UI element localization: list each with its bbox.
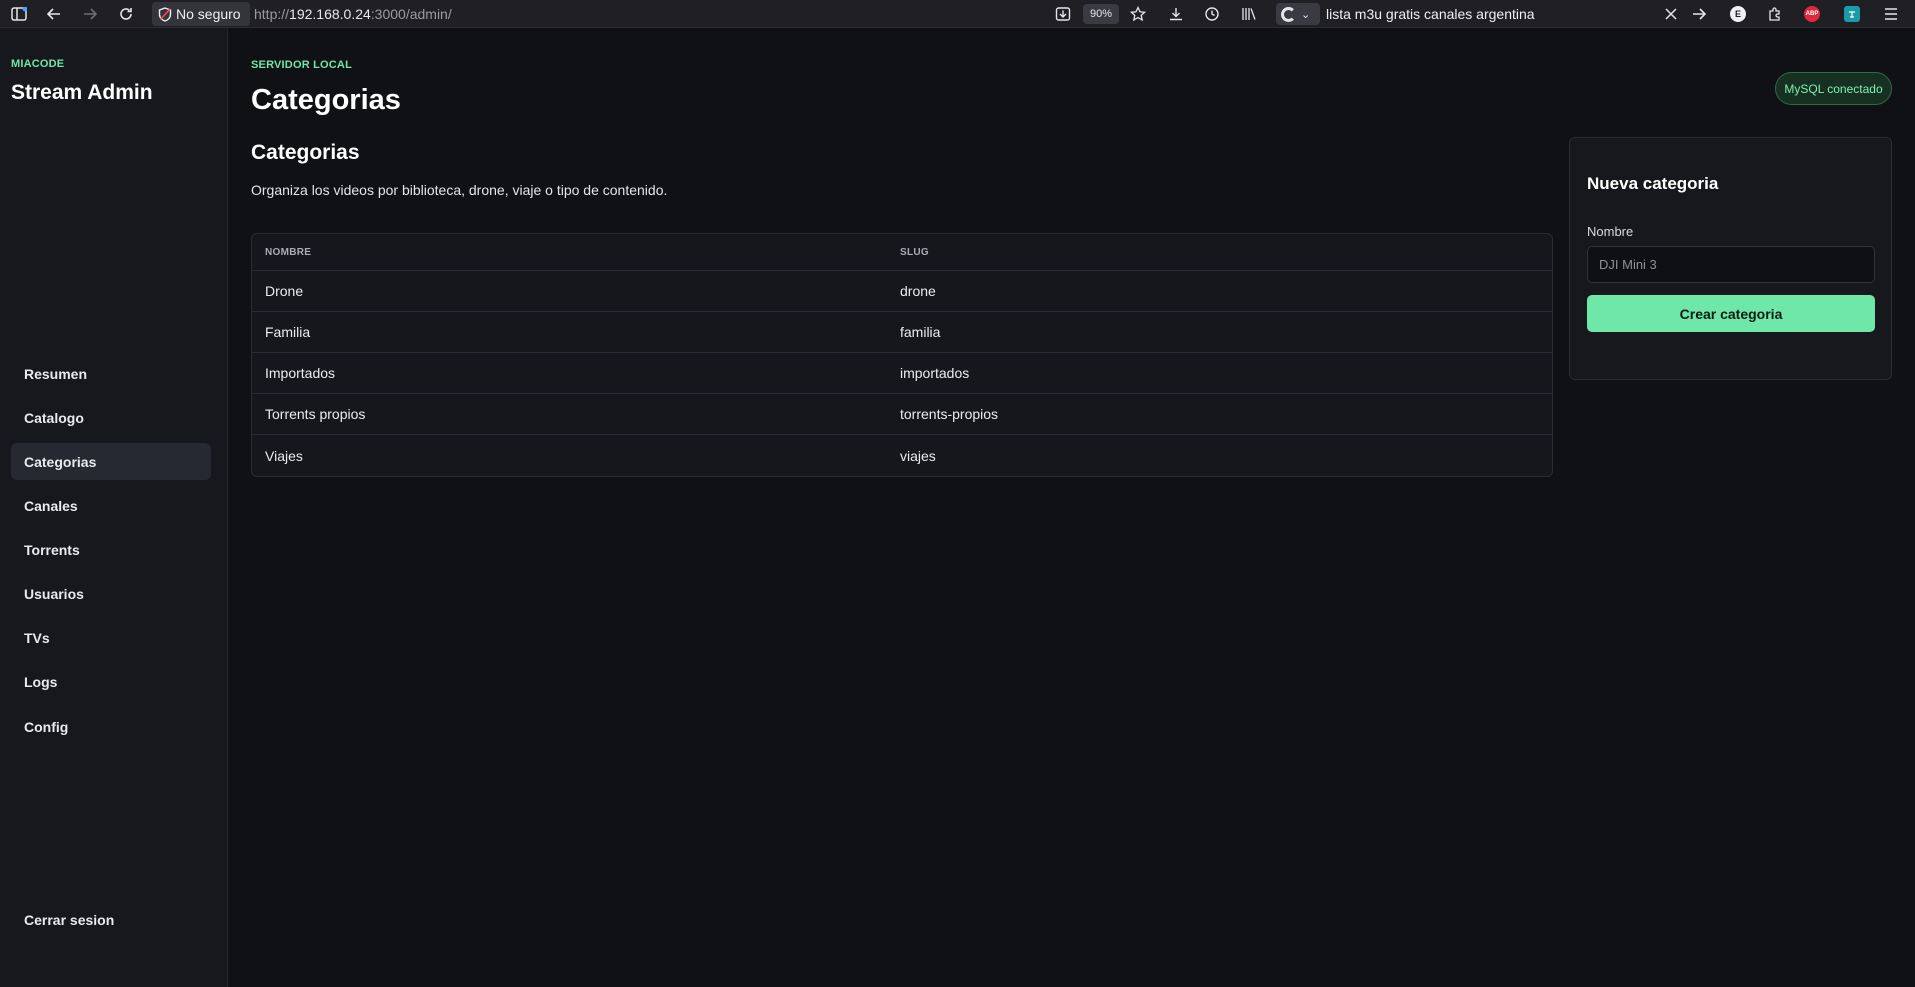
panel-title: Nueva categoria [1587, 174, 1719, 193]
cell-slug: importados [900, 365, 970, 381]
nombre-label: Nombre [1587, 224, 1634, 239]
history-icon[interactable] [1202, 4, 1222, 24]
url-text[interactable]: http://192.168.0.24:3000/admin/ [254, 6, 452, 22]
section-description: Organiza los videos por biblioteca, dron… [251, 182, 668, 198]
table-header: NOMBRE SLUG [252, 234, 1552, 271]
page-save-icon[interactable] [1053, 4, 1073, 24]
cell-nombre: Drone [265, 283, 304, 299]
cell-nombre: Viajes [265, 447, 303, 464]
column-header-nombre: NOMBRE [265, 246, 312, 258]
cell-nombre: Torrents propios [265, 406, 366, 422]
status-badge: MySQL conectado [1775, 72, 1892, 105]
zoom-level[interactable]: 90% [1083, 4, 1119, 24]
page-eyebrow: SERVIDOR LOCAL [251, 59, 352, 71]
table-row[interactable]: Familia familia [252, 312, 1552, 353]
sidebar-item-resumen[interactable]: Resumen [11, 355, 211, 392]
sidebar: MIACODE Stream Admin Resumen Catalogo Ca… [0, 28, 228, 987]
section-title: Categorias [251, 141, 360, 164]
url-path: :3000/admin/ [370, 6, 452, 22]
bookmark-star-icon[interactable] [1128, 4, 1148, 24]
sidebar-item-tvs[interactable]: TVs [11, 619, 211, 656]
sidebar-item-torrents[interactable]: Torrents [11, 531, 211, 568]
reload-icon[interactable] [116, 4, 136, 24]
cell-slug: drone [900, 283, 936, 299]
chevron-down-icon: ⌄ [1301, 8, 1311, 21]
categories-table: NOMBRE SLUG Drone drone Familia familia … [251, 233, 1553, 477]
sidebar-item-usuarios[interactable]: Usuarios [11, 575, 211, 612]
shield-icon [158, 6, 172, 22]
table-row[interactable]: Torrents propios torrents-propios [252, 394, 1552, 435]
browser-toolbar: No seguro http://192.168.0.24:3000/admin… [0, 0, 1915, 28]
page-title: Categorias [251, 84, 401, 116]
google-icon [1281, 6, 1296, 22]
cell-slug: familia [900, 324, 941, 340]
cell-slug: torrents-propios [900, 406, 999, 422]
extensions-puzzle-icon[interactable] [1765, 4, 1785, 24]
sidebar-item-categorias[interactable]: Categorias [11, 443, 211, 480]
logout-link[interactable]: Cerrar sesion [24, 912, 114, 928]
search-query[interactable]: lista m3u gratis canales argentina [1326, 6, 1535, 22]
table-row[interactable]: Importados importados [252, 353, 1552, 394]
translate-extension-icon[interactable] [1844, 6, 1860, 22]
brand-title: Stream Admin [11, 81, 153, 104]
clear-search-icon[interactable] [1661, 4, 1681, 24]
url-scheme: http:// [254, 6, 290, 22]
table-row[interactable]: Viajes viajes [252, 435, 1552, 476]
table-row[interactable]: Drone drone [252, 271, 1552, 312]
cell-slug: viajes [900, 447, 936, 464]
menu-icon[interactable] [1881, 4, 1901, 24]
sidebar-toggle-icon[interactable] [9, 4, 29, 24]
security-label: No seguro [176, 6, 241, 22]
sidebar-item-config[interactable]: Config [11, 708, 211, 745]
sidebar-item-logs[interactable]: Logs [11, 663, 211, 700]
back-icon[interactable] [44, 4, 64, 24]
create-category-button[interactable]: Crear categoria [1587, 295, 1875, 332]
library-icon[interactable] [1239, 4, 1259, 24]
nombre-input[interactable] [1587, 246, 1875, 283]
go-arrow-icon[interactable] [1689, 4, 1709, 24]
adblock-icon[interactable]: ABP [1804, 6, 1820, 22]
downloads-icon[interactable] [1166, 4, 1186, 24]
brand-eyebrow: MIACODE [11, 58, 65, 70]
search-engine-selector[interactable]: ⌄ [1276, 3, 1320, 25]
security-badge[interactable]: No seguro [152, 2, 250, 26]
cell-nombre: Familia [265, 324, 311, 340]
new-category-panel: Nueva categoria Nombre Crear categoria [1569, 137, 1892, 380]
url-host: 192.168.0.24 [289, 6, 371, 22]
cell-nombre: Importados [265, 365, 336, 381]
forward-icon[interactable] [80, 4, 100, 24]
sidebar-item-catalogo[interactable]: Catalogo [11, 399, 211, 436]
column-header-slug: SLUG [900, 246, 929, 258]
extension-e-icon[interactable]: E [1730, 6, 1746, 22]
sidebar-item-canales[interactable]: Canales [11, 487, 211, 524]
